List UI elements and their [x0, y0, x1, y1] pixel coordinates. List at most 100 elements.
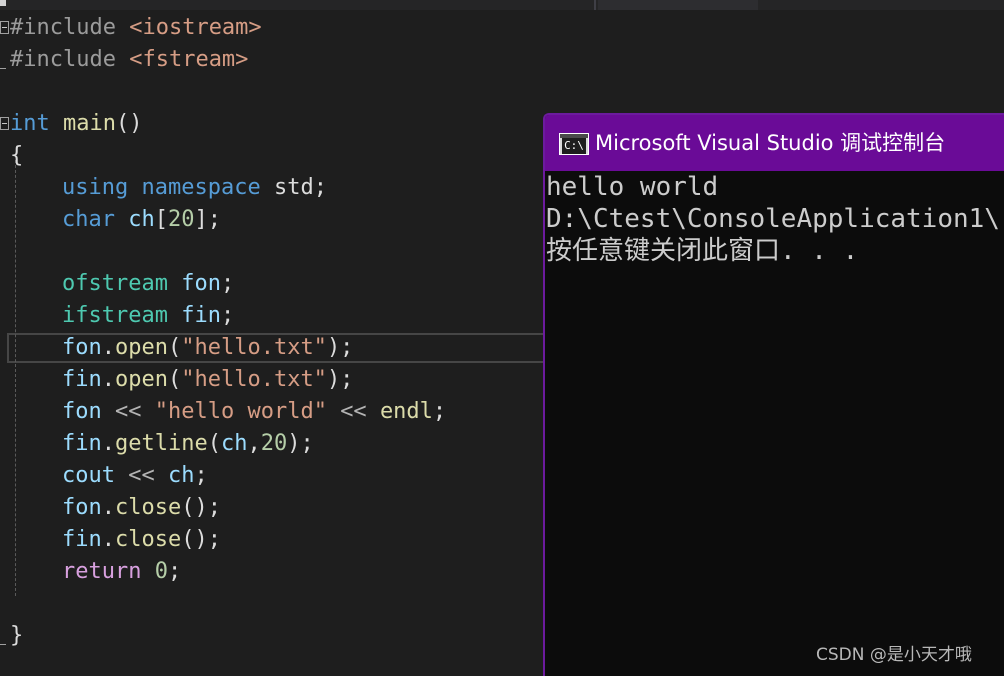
- code-token: (: [167, 367, 182, 392]
- debug-console-window[interactable]: C:\ Microsoft Visual Studio 调试控制台 hello …: [543, 113, 1004, 676]
- code-token: {: [10, 143, 24, 168]
- console-line-output: hello world: [546, 172, 719, 202]
- tab-strip-corner-icon: [0, 0, 6, 6]
- code-token: "hello world": [154, 399, 327, 424]
- code-token: cout: [62, 463, 115, 488]
- code-token: fin: [62, 527, 102, 552]
- code-token: #include: [10, 47, 130, 72]
- code-token: }: [10, 623, 24, 648]
- code-token: std: [273, 175, 314, 200]
- code-token: ,: [247, 431, 261, 456]
- fold-end-tick: [0, 68, 6, 69]
- console-line-path: D:\Ctest\ConsoleApplication1\: [546, 204, 1000, 234]
- console-titlebar[interactable]: C:\ Microsoft Visual Studio 调试控制台: [545, 115, 1004, 171]
- code-token: <iostream>: [129, 15, 262, 40]
- code-token: main: [63, 111, 116, 136]
- code-token: #include: [10, 15, 130, 40]
- code-line-text: fon << "hello world" << endl;: [62, 396, 446, 428]
- code-token: .: [101, 527, 115, 552]
- code-token: open: [115, 367, 168, 392]
- console-icon-text: C:\: [562, 138, 586, 154]
- code-line[interactable]: #include <iostream>: [0, 12, 1004, 44]
- code-line-text: return 0;: [62, 556, 181, 588]
- code-token: fon: [62, 335, 102, 360]
- code-token: return: [62, 559, 142, 584]
- screen: #include <iostream> #include <fstream> int…: [0, 0, 1004, 676]
- code-line-text: char ch[20];: [62, 204, 221, 236]
- code-token: .: [101, 367, 115, 392]
- code-line-text: fin.getline(ch,20);: [62, 428, 314, 460]
- code-token: getline: [115, 431, 208, 456]
- fold-toggle-icon[interactable]: [0, 21, 9, 34]
- code-token: ;: [432, 399, 447, 424]
- code-line-text: fin.close();: [62, 524, 221, 556]
- code-token: (: [167, 335, 182, 360]
- code-token: <fstream>: [129, 47, 249, 72]
- code-token: ;: [194, 463, 208, 488]
- code-token: );: [287, 431, 314, 456]
- code-token: ;: [220, 271, 235, 296]
- code-line[interactable]: [0, 76, 1004, 108]
- code-token: fin: [62, 367, 102, 392]
- code-line-text: }: [10, 620, 23, 652]
- code-token: fon: [181, 271, 221, 296]
- code-token: int: [10, 111, 50, 136]
- watermark: CSDN @是小天才哦: [816, 645, 972, 665]
- tab-partially-visible[interactable]: [598, 0, 758, 10]
- code-token: (: [207, 431, 221, 456]
- code-token: endl: [379, 399, 433, 424]
- console-output[interactable]: hello world D:\Ctest\ConsoleApplication1…: [545, 171, 1004, 676]
- code-token: .: [101, 495, 115, 520]
- code-token: "hello.txt": [181, 367, 327, 392]
- tab-strip: [0, 0, 1004, 10]
- console-app-icon: C:\: [559, 133, 589, 155]
- code-token: ofstream: [62, 271, 168, 296]
- code-token: ch: [220, 431, 248, 456]
- code-token: );: [326, 367, 354, 392]
- code-line-text: ofstream fon;: [62, 268, 234, 300]
- code-line[interactable]: #include <fstream>: [0, 44, 1004, 76]
- code-token: close: [115, 495, 182, 520]
- code-token: fin: [62, 431, 102, 456]
- code-token: .: [101, 335, 115, 360]
- code-token: ];: [194, 207, 221, 232]
- code-token: ch: [128, 207, 155, 232]
- code-line-text: fon.close();: [62, 492, 221, 524]
- code-line-text: fin.open("hello.txt");: [62, 364, 353, 396]
- code-token: ;: [167, 559, 182, 584]
- fold-toggle-icon[interactable]: [0, 117, 9, 130]
- code-line-text: {: [10, 140, 23, 172]
- code-token: char: [62, 207, 115, 232]
- code-token: ;: [313, 175, 327, 200]
- code-token: 0: [154, 559, 168, 584]
- code-token: using: [62, 175, 129, 200]
- code-token: close: [115, 527, 182, 552]
- console-title: Microsoft Visual Studio 调试控制台: [595, 131, 946, 155]
- code-token: ;: [220, 303, 235, 328]
- code-token: <<: [340, 399, 367, 424]
- code-token: .: [101, 431, 115, 456]
- code-line-text: using namespace std;: [62, 172, 327, 204]
- code-token: [: [154, 207, 168, 232]
- code-token: <<: [115, 399, 142, 424]
- code-token: (): [115, 111, 143, 136]
- code-token: "hello.txt": [181, 335, 327, 360]
- code-token: fon: [62, 399, 102, 424]
- code-line-text: cout << ch;: [62, 460, 208, 492]
- fold-end-tick: [0, 644, 6, 645]
- code-token: 20: [260, 431, 288, 456]
- code-token: ifstream: [62, 303, 168, 328]
- code-line-text: fon.open("hello.txt");: [62, 332, 353, 364]
